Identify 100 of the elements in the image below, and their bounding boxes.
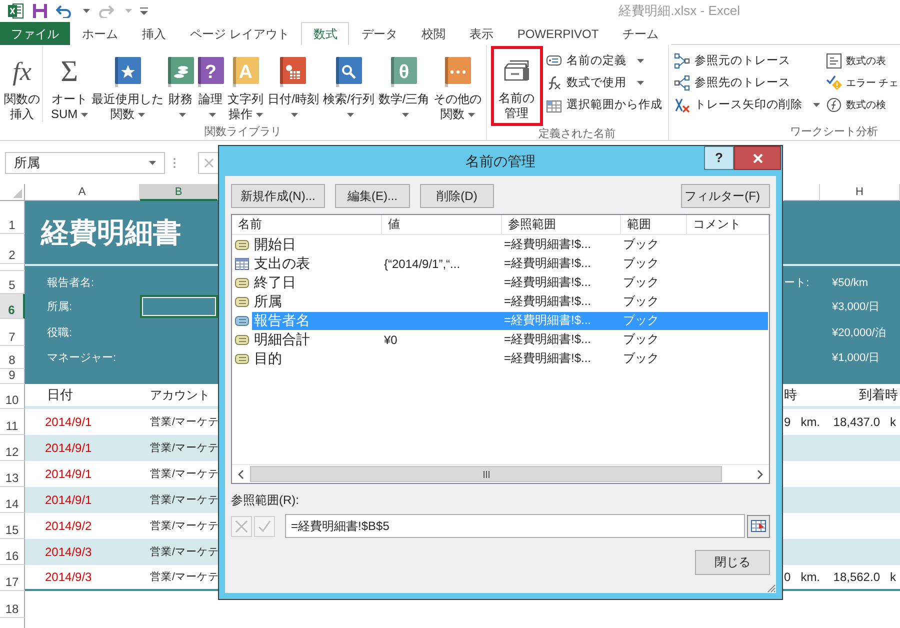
triangle-icon	[13, 189, 22, 198]
list-row[interactable]: 支出の表 {“2014/9/1”,“... =経費明細書!$... ブック	[252, 254, 768, 272]
field-label: ート:	[784, 276, 810, 290]
sheet-icon	[826, 52, 843, 68]
unit-cell: km.	[800, 415, 820, 429]
ribbon-button[interactable]: 検索/行列	[321, 46, 376, 122]
row-header[interactable]: 17	[0, 565, 25, 591]
scope-cell-text: ブック	[622, 350, 660, 367]
resize-grip-icon[interactable]	[766, 583, 776, 593]
row-header[interactable]: 11	[0, 409, 25, 435]
ribbon-button[interactable]: 最近使用した 関数	[90, 46, 166, 122]
list-row[interactable]: 開始日 =経費明細書!$... ブック	[252, 236, 768, 254]
reference-cell-text: =経費明細書!$...	[503, 312, 592, 329]
name-box[interactable]: 所属	[5, 152, 165, 174]
row-header[interactable]: 18	[0, 591, 25, 618]
ribbon-button[interactable]: 参照先のトレース	[674, 73, 820, 92]
ribbon-button[interactable]: 数式の表	[826, 51, 899, 70]
column-header[interactable]: コメント	[687, 215, 769, 235]
ribbon-button[interactable]: 数式の検	[826, 95, 899, 114]
account-cell-text: 営業/マーケテ	[149, 493, 218, 507]
row-header[interactable]: 9	[0, 369, 25, 384]
row-header[interactable]: 15	[0, 513, 25, 539]
reference-cell-text: =経費明細書!$...	[503, 255, 592, 272]
tag-icon	[235, 354, 249, 364]
ribbon-tab[interactable]: ページ レイアウト	[178, 22, 302, 45]
column-header[interactable]: B	[140, 184, 218, 201]
rate-value: ¥20,000/泊	[831, 326, 887, 340]
ribbon-button[interactable]: その他の 関数	[432, 46, 484, 122]
dialog-button[interactable]: 削除(D)	[420, 184, 494, 208]
selected-cell[interactable]	[140, 295, 218, 318]
distance-cell: 18,562.0	[833, 570, 880, 584]
scope-cell-text: ブック	[622, 293, 660, 310]
ribbon-button[interactable]: 数式で使用	[546, 73, 663, 92]
reference-cell-text: =経費明細書!$...	[503, 274, 592, 291]
column-header[interactable]: 値	[382, 215, 502, 235]
row-header[interactable]: 5	[0, 271, 25, 294]
row-header[interactable]: 16	[0, 539, 25, 565]
book-icon: A	[232, 57, 259, 87]
row-header[interactable]: 10	[0, 384, 25, 409]
row-header[interactable]: 8	[0, 346, 25, 369]
date-cell-text: 2014/9/1	[44, 441, 93, 455]
row-header[interactable]: 6	[0, 294, 25, 319]
collapse-button[interactable]	[747, 514, 770, 538]
scope-cell-text: ブック	[622, 312, 660, 329]
evaluate-icon	[826, 96, 843, 112]
ribbon-button[interactable]: 参照元のトレース	[674, 51, 820, 70]
customize-toolbar-icon[interactable]	[140, 7, 148, 15]
ribbon-button[interactable]: 日付/時刻	[266, 46, 322, 122]
ribbon-button[interactable]: Σ オート SUM	[49, 46, 90, 122]
ribbon-tab[interactable]: ファイル	[0, 22, 70, 45]
row-header[interactable]: 12	[0, 435, 25, 461]
cross-icon	[204, 158, 214, 168]
date-cell-text: 2014/9/3	[44, 545, 93, 559]
row-header[interactable]: 2	[0, 234, 25, 264]
row-header[interactable]: 13	[0, 461, 25, 487]
dialog-button[interactable]: 新規作成(N)...	[231, 184, 325, 208]
ribbon-tab[interactable]: 数式	[301, 22, 350, 45]
close-dialog-button[interactable]: 閉じる	[695, 550, 770, 575]
filter-button[interactable]: フィルター(F)	[681, 184, 770, 208]
save-icon[interactable]	[32, 3, 48, 19]
ribbon-button[interactable]: ? 論理	[196, 46, 226, 122]
date-cell-text: 2014/9/3	[44, 570, 93, 584]
cross-icon	[235, 520, 248, 532]
scrollbar-thumb[interactable]	[250, 466, 722, 482]
ribbon-button[interactable]: A 文字列 操作	[226, 46, 266, 122]
ribbon-button[interactable]: 財務	[166, 46, 196, 122]
column-header[interactable]: 参照範囲	[502, 215, 621, 235]
row-header[interactable]: 14	[0, 487, 25, 513]
help-button[interactable]: ?	[704, 146, 734, 170]
field-label: マネージャー:	[46, 351, 118, 365]
row-header[interactable]: 1	[0, 201, 25, 234]
field-label: 役職:	[46, 326, 74, 340]
undo-icon[interactable]	[56, 4, 72, 18]
close-button[interactable]	[734, 146, 781, 170]
column-header[interactable]: 範囲	[621, 215, 687, 235]
account-cell-text: 営業/マーケテ	[149, 545, 218, 559]
caret-icon	[83, 9, 90, 13]
tag-icon	[235, 296, 249, 306]
group-label: ワークシート分析	[789, 125, 879, 140]
check-icon	[258, 520, 271, 532]
ribbon-button[interactable]: エラー チェ	[826, 73, 899, 92]
ribbon-button[interactable]: 名前の 管理	[490, 46, 543, 126]
ribbon-button[interactable]: トレース矢印の削除	[674, 95, 820, 114]
ribbon-button[interactable]: fx 関数の 挿入	[2, 46, 43, 122]
list-row[interactable]: 明細合計 ¥0 =経費明細書!$... ブック	[252, 330, 768, 348]
ribbon-button[interactable]: 選択範囲から作成	[546, 95, 663, 114]
reference-field[interactable]: =経費明細書!$B$5	[285, 514, 745, 538]
ribbon-button[interactable]: 名前の定義	[546, 51, 663, 70]
account-cell-text: 営業/マーケテ	[149, 415, 218, 429]
list-row[interactable]: 所属 =経費明細書!$... ブック	[252, 292, 768, 310]
rate-value: ¥3,000/日	[831, 300, 881, 314]
ribbon-button[interactable]: θ 数学/三角	[376, 46, 432, 122]
list-row[interactable]: 目的 =経費明細書!$... ブック	[252, 350, 768, 368]
row-header[interactable]: 7	[0, 319, 25, 346]
column-header[interactable]: 名前	[232, 215, 382, 235]
excel-logo-icon[interactable]	[8, 3, 24, 19]
scope-cell-text: ブック	[622, 236, 660, 253]
dialog-button[interactable]: 編集(E)...	[335, 184, 410, 208]
column-title: 到着時	[858, 386, 899, 404]
list-row[interactable]: 終了日 =経費明細書!$... ブック	[252, 274, 768, 292]
